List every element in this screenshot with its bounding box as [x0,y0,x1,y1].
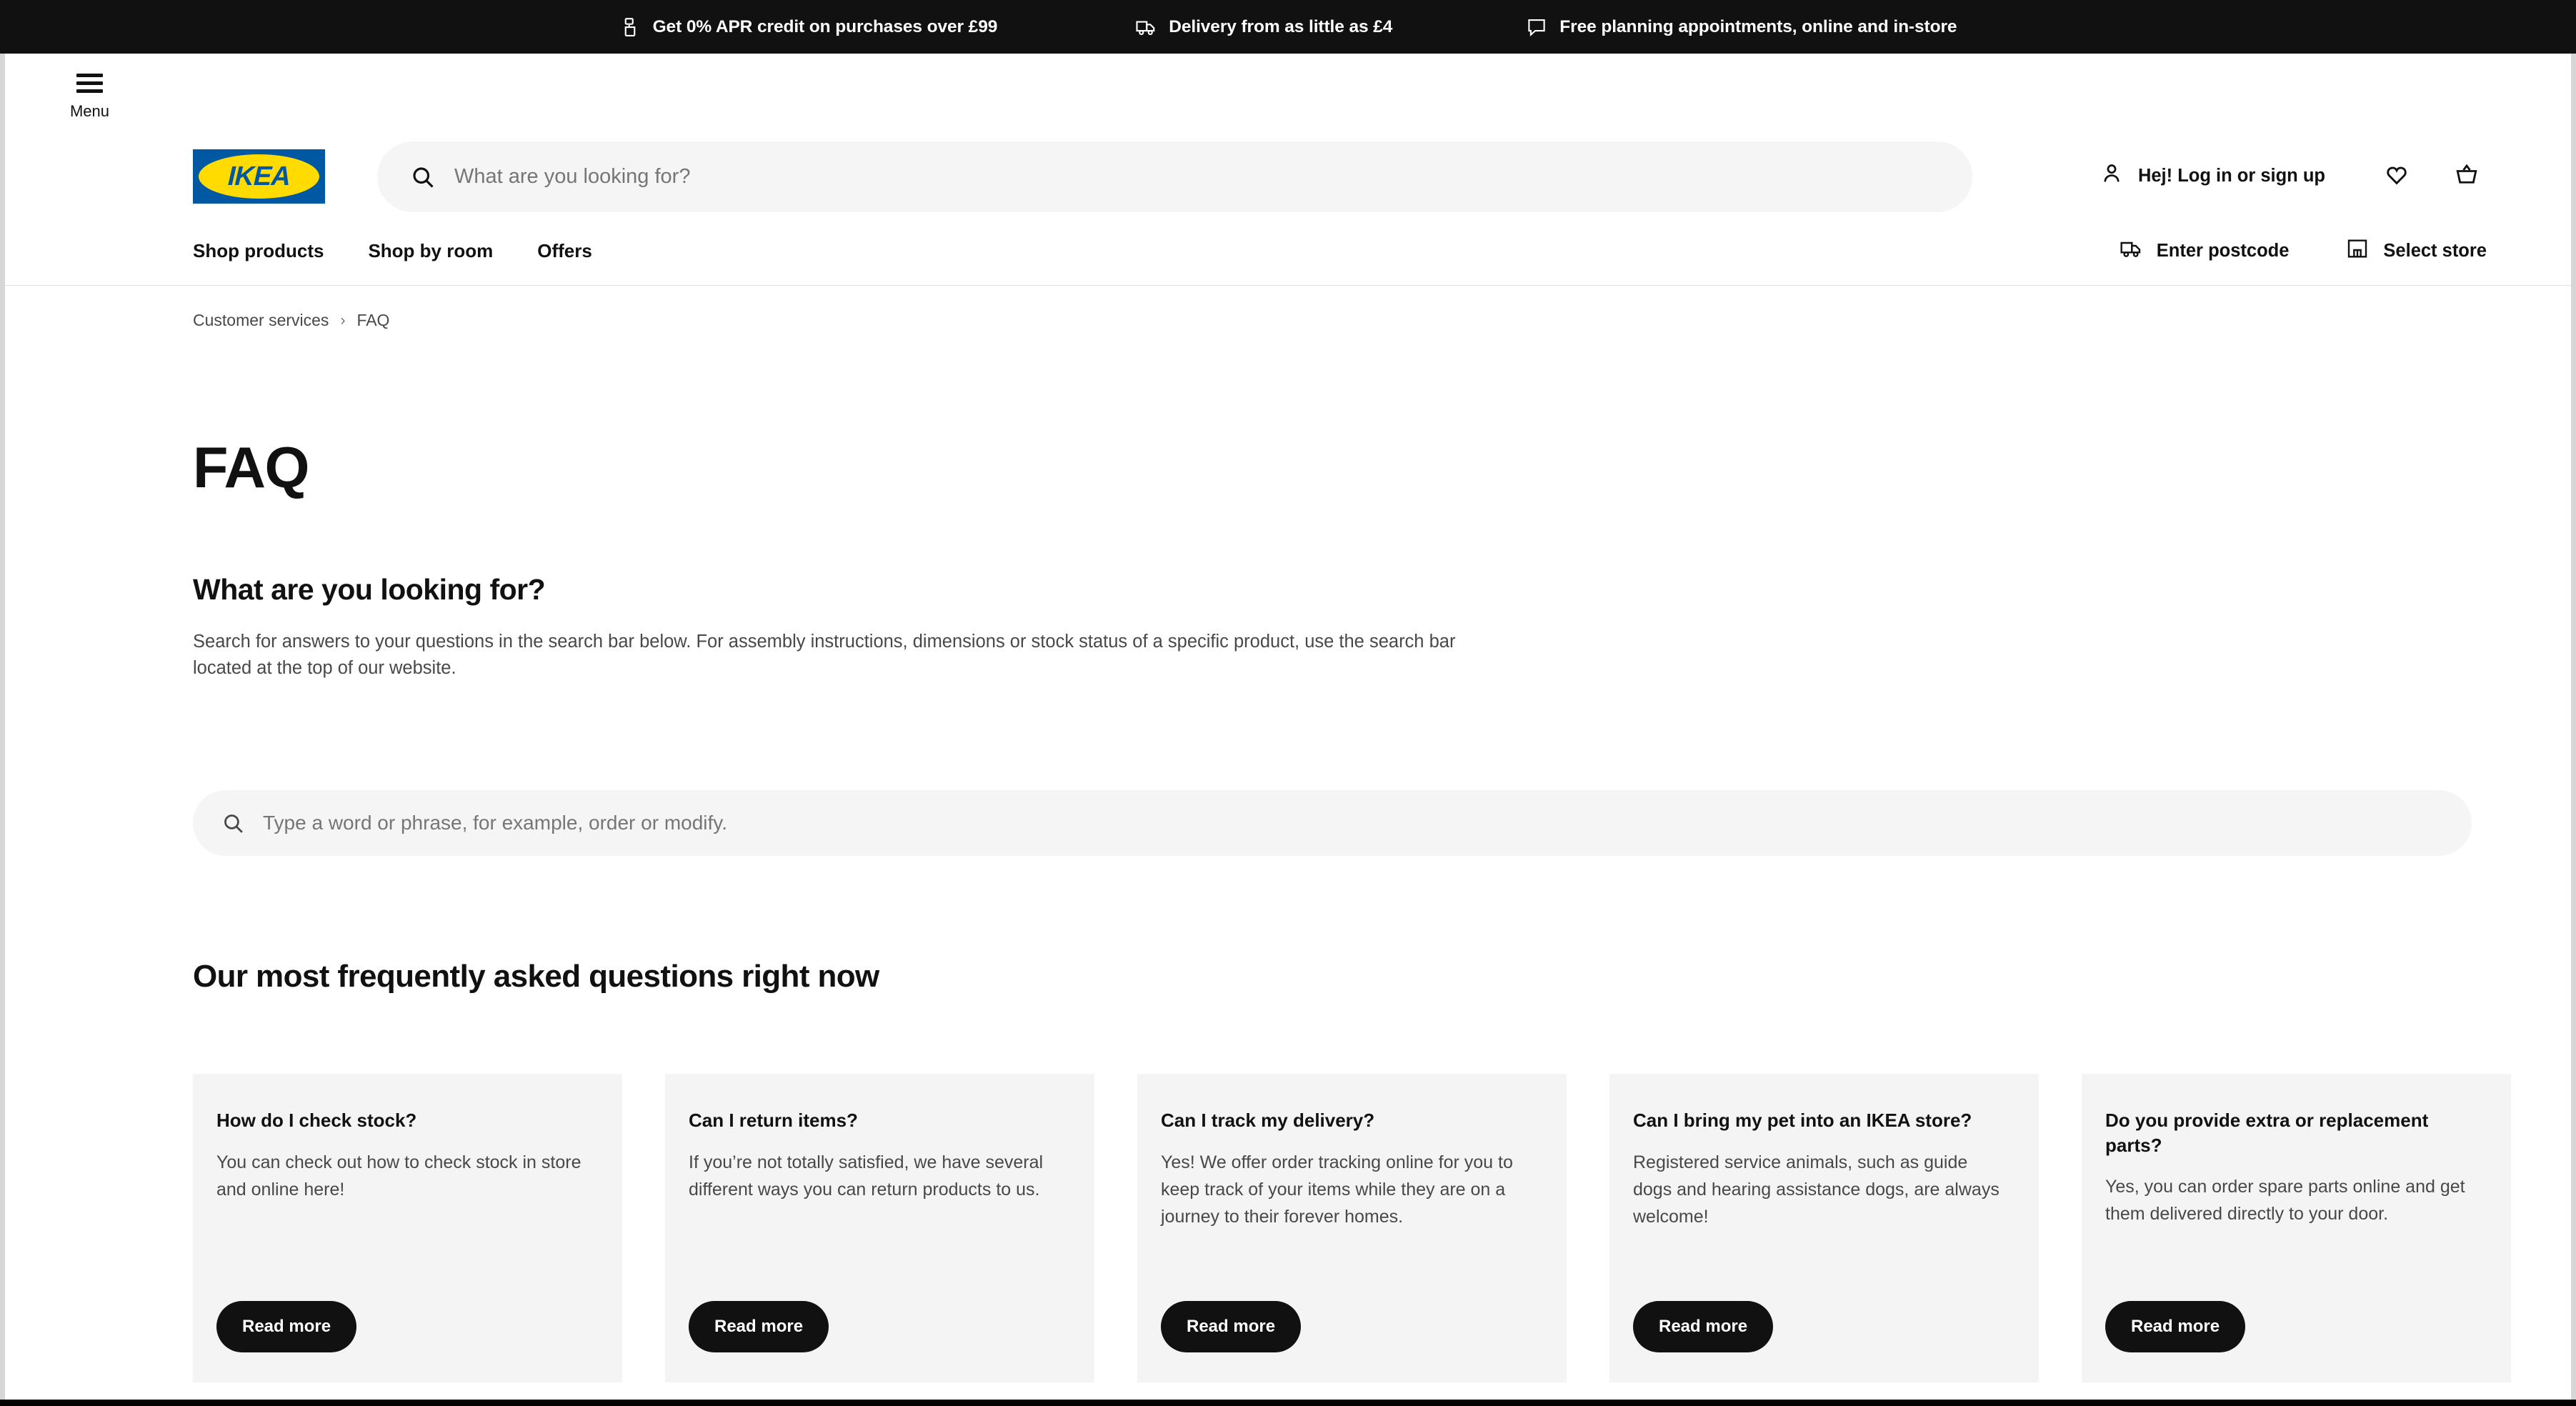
browser-window: Get 0% APR credit on purchases over £99 … [0,0,2576,1406]
search-input[interactable] [454,165,1940,189]
faq-card-question: Can I return items? [689,1110,858,1131]
shopping-basket-icon [2454,161,2480,191]
faq-card[interactable]: Can I bring my pet into an IKEA store? R… [1609,1074,2039,1382]
nav-shop-products[interactable]: Shop products [193,240,324,262]
promo-text-delivery: Delivery from as little as £4 [1169,16,1393,36]
search-icon [221,812,245,835]
ikea-logo[interactable]: IKEA [193,149,325,204]
delivery-truck-icon [2120,237,2142,265]
faq-card-answer: Registered service animals, such as guid… [1633,1152,2000,1227]
select-store-label: Select store [2383,240,2487,261]
favourites-button[interactable] [2377,156,2417,196]
faq-card-answer: Yes, you can order spare parts online an… [2105,1177,2465,1225]
shopping-basket-button[interactable] [2447,156,2487,196]
promo-item-credit[interactable]: Get 0% APR credit on purchases over £99 [619,16,998,38]
select-store-button[interactable]: Select store [2346,237,2487,265]
store-building-icon [2346,237,2369,265]
nav-right-actions: Enter postcode Select store [2120,229,2487,273]
read-more-button[interactable]: Read more [216,1301,357,1352]
read-more-button[interactable]: Read more [1161,1301,1302,1352]
primary-nav: Shop products Shop by room Offers Enter … [5,229,2571,286]
site-header: Menu IKEA What are you looking for? Hej!… [5,54,2571,212]
faq-card-answer: You can check out how to check stock in … [216,1152,581,1200]
breadcrumb-customer-services[interactable]: Customer services [193,311,329,330]
read-more-button[interactable]: Read more [2105,1301,2246,1352]
credit-card-hand-icon [619,16,641,38]
nav-shop-by-room[interactable]: Shop by room [368,240,493,262]
section-heading: What are you looking for? [193,573,546,606]
promo-text-planning: Free planning appointments, online and i… [1559,16,1957,36]
breadcrumb-current: FAQ [356,311,390,329]
nav-offers[interactable]: Offers [537,240,592,262]
menu-button-label: Menu [69,102,110,120]
cards-section-heading: Our most frequently asked questions righ… [193,959,879,994]
window-right-edge [2571,54,2576,1400]
promo-banner: Get 0% APR credit on purchases over £99 … [0,0,2576,54]
promo-text-credit: Get 0% APR credit on purchases over £99 [652,16,998,36]
enter-postcode-label: Enter postcode [2156,240,2290,261]
menu-button[interactable]: Menu [52,74,127,119]
promo-item-delivery[interactable]: Delivery from as little as £4 [1135,16,1392,38]
faq-card[interactable]: Do you provide extra or replacement part… [2082,1074,2511,1382]
login-signup-label: Hej! Log in or sign up [2137,165,2325,186]
window-left-edge [0,54,5,1400]
faq-card-question: Can I track my delivery? [1161,1110,1375,1131]
login-signup-button[interactable]: Hej! Log in or sign up [2100,161,2325,191]
read-more-button[interactable]: Read more [689,1301,829,1352]
breadcrumb-separator-icon: › [340,311,346,329]
faq-card[interactable]: How do I check stock? You can check out … [193,1074,622,1382]
nav-links: Shop products Shop by room Offers [193,229,592,273]
faq-card-question: Can I bring my pet into an IKEA store? [1633,1110,1972,1131]
enter-postcode-button[interactable]: Enter postcode [2120,237,2290,265]
section-description: Search for answers to your questions in … [193,632,1456,679]
page-content: Menu IKEA What are you looking for? Hej!… [5,54,2571,1400]
faq-card-question: Do you provide extra or replacement part… [2105,1110,2429,1156]
faq-search-bar[interactable] [193,790,2472,856]
header-search-bar[interactable] [377,141,1972,212]
person-icon [2100,161,2124,191]
search-icon [410,164,436,190]
hamburger-menu-icon [76,74,103,93]
faq-card[interactable]: Can I return items? If you’re not totall… [665,1074,1094,1382]
heart-icon [2384,161,2410,191]
logo-oval: IKEA [199,154,319,199]
faq-card-question: How do I check stock? [216,1110,417,1131]
breadcrumb: Customer services › FAQ [193,311,389,330]
header-actions: Hej! Log in or sign up [2100,156,2487,196]
promo-item-planning[interactable]: Free planning appointments, online and i… [1526,16,1957,38]
faq-card-answer: If you’re not totally satisfied, we have… [689,1152,1044,1200]
faq-cards-carousel: How do I check stock? You can check out … [193,1074,2536,1382]
faq-card-answer: Yes! We offer order tracking online for … [1161,1152,1513,1227]
logo-wordmark: IKEA [227,161,291,191]
read-more-button[interactable]: Read more [1633,1301,1774,1352]
faq-card[interactable]: Can I track my delivery? Yes! We offer o… [1137,1074,1567,1382]
delivery-truck-icon [1135,16,1157,38]
page-title: FAQ [193,436,310,500]
faq-search-input[interactable] [263,812,2443,834]
speech-bubble-icon [1526,16,1547,38]
